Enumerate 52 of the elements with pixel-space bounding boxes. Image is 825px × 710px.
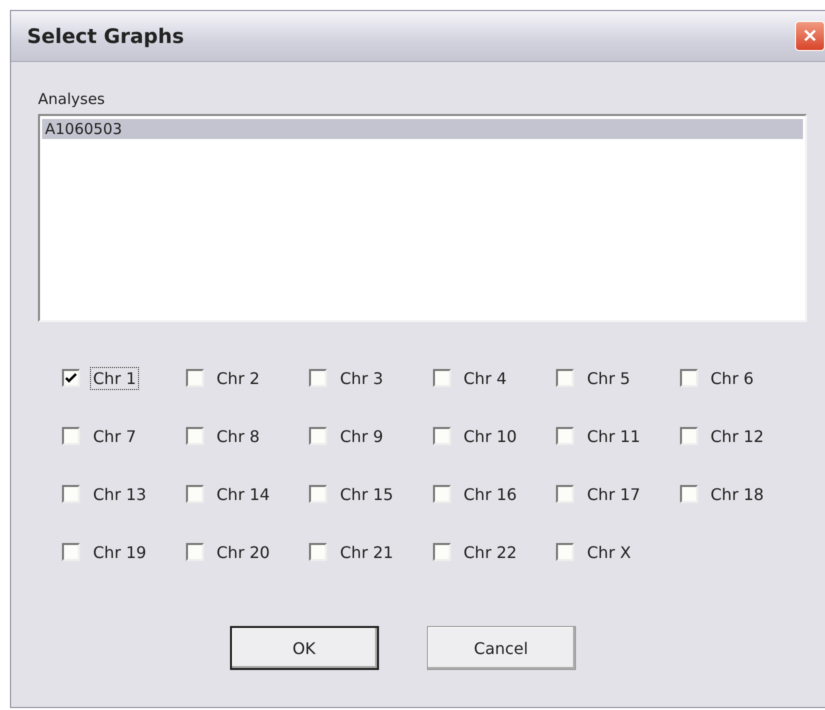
checkbox-label[interactable]: Chr 17 (584, 482, 644, 506)
checkbox[interactable] (432, 543, 450, 561)
checkbox-label[interactable]: Chr 4 (460, 366, 510, 390)
checkbox-label[interactable]: Chr 10 (460, 424, 520, 448)
checkbox-label[interactable]: Chr 2 (214, 366, 263, 390)
checkbox[interactable] (186, 543, 204, 561)
checkbox-label[interactable]: Chr 12 (708, 424, 767, 448)
checkbox-label[interactable]: Chr 14 (214, 482, 273, 506)
checkbox-label[interactable]: Chr 11 (584, 424, 644, 448)
checkbox[interactable] (680, 485, 698, 503)
checkbox[interactable] (62, 485, 80, 503)
checkbox-label[interactable]: Chr 16 (460, 482, 520, 506)
checkbox-label[interactable]: Chr 6 (708, 366, 757, 390)
checkbox-label[interactable]: Chr 7 (90, 424, 140, 448)
checkbox[interactable] (62, 427, 80, 445)
checkbox-label[interactable]: Chr 19 (90, 540, 150, 564)
checkbox-label[interactable]: Chr 18 (708, 482, 767, 506)
checkbox-label[interactable]: Chr 21 (337, 540, 396, 564)
checkbox[interactable] (309, 485, 327, 503)
checkbox-label[interactable]: Chr 3 (337, 366, 386, 390)
checkbox-label[interactable]: Chr 8 (214, 424, 263, 448)
analyses-list[interactable]: A1060503 (38, 114, 807, 322)
checkbox[interactable] (556, 427, 574, 445)
checkbox[interactable] (186, 427, 204, 445)
checkbox[interactable] (309, 427, 327, 445)
checkbox[interactable] (556, 485, 574, 503)
window-title: Select Graphs (27, 24, 184, 48)
checkbox[interactable] (309, 543, 327, 561)
checkbox[interactable] (186, 485, 204, 503)
checkbox[interactable] (432, 427, 450, 445)
checkbox[interactable] (62, 543, 80, 561)
ok-button[interactable]: OK (230, 626, 378, 670)
checkbox[interactable] (62, 369, 80, 387)
checkbox-label[interactable]: Chr 9 (337, 424, 386, 448)
checkbox-label[interactable]: Chr 5 (584, 366, 634, 390)
checkbox[interactable] (680, 369, 698, 387)
checkbox[interactable] (680, 427, 698, 445)
cancel-button[interactable]: Cancel (426, 626, 576, 670)
checkbox-label[interactable]: Chr 1 (90, 366, 140, 390)
list-item[interactable]: A1060503 (42, 119, 803, 139)
checkbox-label[interactable]: Chr 13 (90, 482, 150, 506)
checkbox[interactable] (556, 543, 574, 561)
checkbox[interactable] (432, 369, 450, 387)
analyses-label: Analyses (38, 90, 106, 108)
checkbox[interactable] (432, 485, 450, 503)
checkbox[interactable] (556, 369, 574, 387)
checkbox-label[interactable]: Chr X (584, 540, 634, 564)
checkbox[interactable] (186, 369, 204, 387)
checkbox-label[interactable]: Chr 22 (460, 540, 520, 564)
checkbox-label[interactable]: Chr 15 (337, 482, 396, 506)
checkbox[interactable] (309, 369, 327, 387)
checkbox-label[interactable]: Chr 20 (214, 540, 273, 564)
